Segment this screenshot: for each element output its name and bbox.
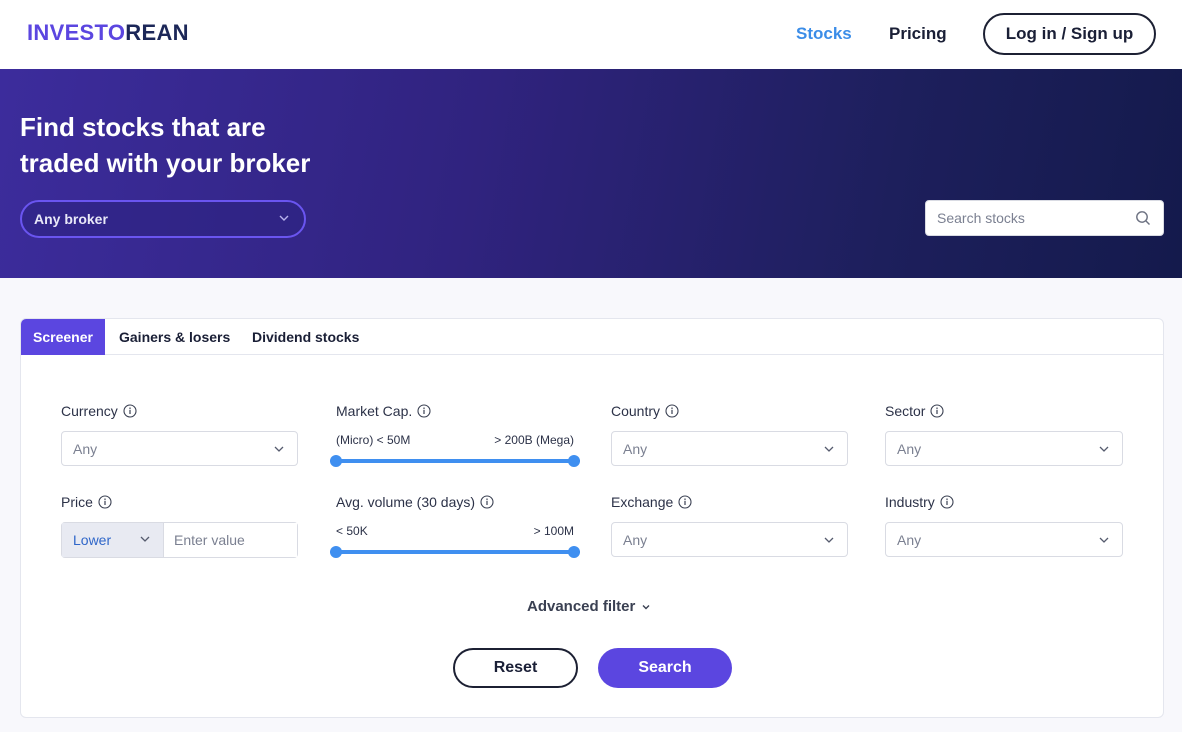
advanced-filter-label: Advanced filter (527, 598, 636, 615)
chevron-down-icon (1099, 446, 1109, 452)
industry-select-value: Any (897, 531, 922, 548)
info-icon[interactable] (480, 495, 494, 509)
chevron-down-icon (642, 604, 650, 609)
screener-card: Screener Gainers & losers Dividend stock… (20, 318, 1164, 718)
login-signup-button[interactable]: Log in / Sign up (983, 13, 1156, 55)
top-navbar: INVESTOREAN Stocks Pricing Log in / Sign… (0, 0, 1182, 69)
currency-select-value: Any (73, 440, 98, 457)
industry-label: Industry (885, 494, 954, 510)
search-button[interactable]: Search (598, 648, 732, 688)
search-icon[interactable] (1135, 210, 1151, 226)
sector-select-value: Any (897, 440, 922, 457)
market-cap-min-label: (Micro) < 50M (336, 433, 411, 447)
nav-link-stocks[interactable]: Stocks (796, 24, 852, 44)
market-cap-max-label: > 200B (Mega) (494, 433, 574, 447)
slider-max-handle[interactable] (568, 546, 580, 558)
price-label-text: Price (61, 494, 93, 510)
chevron-down-icon (279, 215, 289, 221)
slider-track (330, 459, 580, 463)
tab-gainers-losers[interactable]: Gainers & losers (119, 319, 230, 355)
currency-select[interactable]: Any (61, 431, 298, 466)
country-select-value: Any (623, 440, 648, 457)
chevron-down-icon (1099, 537, 1109, 543)
search-stocks-box (925, 200, 1164, 236)
price-value-input[interactable] (163, 523, 297, 557)
nav-link-pricing[interactable]: Pricing (889, 24, 947, 44)
country-label: Country (611, 403, 679, 419)
avg-volume-min-label: < 50K (336, 524, 368, 538)
avg-volume-label: Avg. volume (30 days) (336, 494, 494, 510)
tab-screener[interactable]: Screener (21, 319, 105, 355)
exchange-select-value: Any (623, 531, 648, 548)
price-label: Price (61, 494, 112, 510)
hero-banner: Find stocks that are traded with your br… (0, 69, 1182, 278)
search-stocks-input[interactable] (926, 201, 1126, 235)
info-icon[interactable] (98, 495, 112, 509)
chevron-down-icon (140, 536, 150, 542)
country-select[interactable]: Any (611, 431, 848, 466)
industry-label-text: Industry (885, 494, 935, 510)
sector-select[interactable]: Any (885, 431, 1123, 466)
info-icon[interactable] (940, 495, 954, 509)
avg-volume-slider[interactable] (330, 545, 580, 559)
chevron-down-icon (824, 446, 834, 452)
logo[interactable]: INVESTOREAN (27, 20, 189, 46)
exchange-select[interactable]: Any (611, 522, 848, 557)
country-label-text: Country (611, 403, 661, 419)
logo-text-part2: REAN (125, 20, 189, 45)
market-cap-label-text: Market Cap. (336, 403, 413, 419)
price-operator-select[interactable]: Lower (62, 523, 163, 557)
exchange-label: Exchange (611, 494, 692, 510)
logo-text-part1: INVESTO (27, 20, 126, 45)
price-operator-value: Lower (73, 532, 112, 548)
avg-volume-label-text: Avg. volume (30 days) (336, 494, 476, 510)
slider-min-handle[interactable] (330, 546, 342, 558)
advanced-filter-toggle[interactable]: Advanced filter (527, 598, 651, 615)
tab-dividend-stocks[interactable]: Dividend stocks (252, 319, 359, 355)
reset-button[interactable]: Reset (453, 648, 578, 688)
avg-volume-max-label: > 100M (533, 524, 574, 538)
slider-max-handle[interactable] (568, 455, 580, 467)
info-icon[interactable] (930, 404, 945, 418)
sector-label: Sector (885, 403, 945, 419)
screener-tabs: Screener Gainers & losers Dividend stock… (21, 319, 1163, 355)
info-icon[interactable] (123, 404, 137, 418)
hero-title: Find stocks that are traded with your br… (20, 109, 350, 181)
info-icon[interactable] (417, 404, 431, 418)
exchange-label-text: Exchange (611, 494, 674, 510)
industry-select[interactable]: Any (885, 522, 1123, 557)
info-icon[interactable] (665, 404, 679, 418)
currency-label-text: Currency (61, 403, 118, 419)
chevron-down-icon (824, 537, 834, 543)
hero-title-line2: traded with your broker (20, 148, 311, 178)
sector-label-text: Sector (885, 403, 926, 419)
hero-title-line1: Find stocks that are (20, 112, 266, 142)
chevron-down-icon (274, 446, 284, 452)
price-filter-group: Lower (61, 522, 298, 558)
broker-select[interactable]: Any broker (20, 200, 306, 238)
market-cap-slider[interactable] (330, 454, 580, 468)
broker-select-value: Any broker (34, 211, 108, 227)
market-cap-label: Market Cap. (336, 403, 431, 419)
slider-track (330, 550, 580, 554)
slider-min-handle[interactable] (330, 455, 342, 467)
currency-label: Currency (61, 403, 137, 419)
info-icon[interactable] (678, 495, 692, 509)
